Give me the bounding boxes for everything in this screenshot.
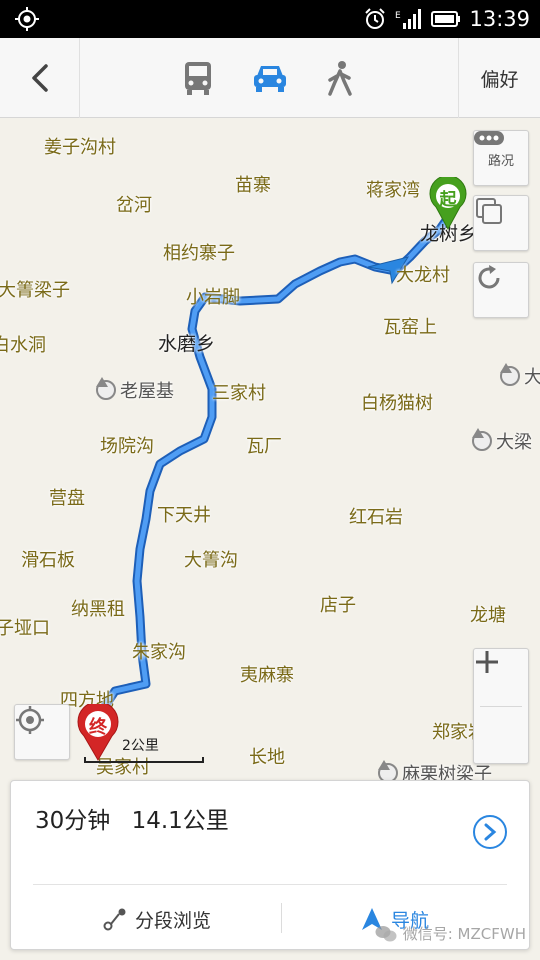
map-label: 水磨乡 [158, 333, 216, 355]
map-label: 相约寨子 [163, 243, 235, 264]
map-label: 子垭口 [0, 618, 50, 639]
map-label: 场院沟 [100, 436, 154, 457]
gps-icon [15, 7, 39, 31]
action-separator [281, 903, 282, 933]
map-label: 店子 [320, 595, 356, 616]
map-label: 三家村 [212, 383, 266, 404]
map-label: 白水洞 [0, 335, 46, 356]
map-label: 瓦厂 [246, 436, 282, 457]
route-summary: 30分钟 14.1公里 [35, 801, 243, 835]
bus-icon [185, 62, 211, 95]
map-label-poi: 大 [500, 363, 540, 389]
route-detail-button[interactable] [473, 815, 507, 849]
zoom-out-button[interactable] [474, 660, 530, 764]
route-segment-icon [103, 908, 126, 931]
route-distance: 14.1公里 [131, 808, 229, 834]
map-label: 瓦窑上 [383, 317, 437, 338]
start-marker[interactable]: 起 [428, 177, 468, 231]
map-label: 滑石板 [21, 550, 75, 571]
locate-icon [16, 706, 44, 734]
map-label: 营盘 [49, 488, 85, 509]
map-label: 白杨猫树 [361, 393, 433, 414]
traffic-button[interactable]: 路况 [473, 130, 529, 186]
refresh-icon [478, 265, 500, 289]
map-label: 小岩脚 [186, 287, 240, 308]
map-label: 朱家沟 [132, 642, 186, 663]
car-icon [254, 66, 286, 92]
wechat-icon [375, 925, 397, 941]
map-label-poi: 老屋基 [96, 377, 174, 403]
watermark-text: 微信号: MZCFWH [402, 925, 526, 943]
map-label: 纳黑租 [71, 599, 125, 620]
bus-mode-button[interactable] [162, 38, 234, 118]
layers-button[interactable] [473, 195, 529, 251]
map-label: 红石岩 [349, 507, 403, 528]
map-label-poi: 大梁 [472, 428, 532, 454]
back-button[interactable] [0, 38, 80, 118]
poi-name: 大梁 [496, 432, 532, 453]
route-duration: 30分钟 [35, 808, 111, 834]
zoom-control [473, 648, 529, 764]
map-label: 蒋家湾 [366, 180, 420, 201]
mountain-icon [472, 428, 492, 451]
map-label: 夷麻寨 [240, 665, 294, 686]
panel-divider [33, 884, 507, 885]
mountain-icon [500, 363, 520, 386]
segment-browse-label: 分段浏览 [135, 909, 212, 932]
minus-icon [476, 660, 498, 664]
car-mode-button[interactable] [234, 38, 306, 118]
status-bar: E 13:39 [0, 0, 540, 38]
scale-bar [84, 757, 204, 763]
map-label: 长地 [249, 747, 285, 768]
map-label: 下天井 [157, 505, 211, 526]
map-label: 姜子沟村 [44, 137, 116, 158]
signal-icon: E [395, 9, 422, 29]
preference-button[interactable]: 偏好 [458, 38, 540, 118]
mountain-icon [96, 377, 116, 400]
layers-icon [476, 198, 502, 224]
watermark: 微信号: MZCFWH [375, 923, 526, 944]
walking-icon [328, 61, 352, 96]
alarm-icon [365, 8, 386, 29]
start-marker-label: 起 [439, 190, 457, 210]
route-mode-bar: 偏好 [0, 38, 540, 118]
segment-browse-button[interactable]: 分段浏览 [103, 899, 211, 939]
battery-icon [431, 11, 461, 27]
map-label: 大箐沟 [184, 550, 238, 571]
locate-button[interactable] [14, 704, 70, 760]
refresh-button[interactable] [473, 262, 529, 318]
map-label: 大龙村 [396, 265, 450, 286]
map-label: 大箐梁子 [0, 280, 70, 301]
map-label: 龙塘 [470, 605, 506, 626]
map-label: 岔河 [116, 195, 152, 216]
svg-text:E: E [395, 11, 401, 21]
map-scale: 2公里 [84, 735, 206, 765]
poi-name: 大 [524, 367, 540, 388]
chevron-right-icon [484, 823, 497, 841]
walk-mode-button[interactable] [304, 38, 376, 118]
clock-time: 13:39 [469, 7, 530, 31]
poi-name: 老屋基 [120, 381, 174, 402]
map-label: 苗寨 [235, 175, 271, 196]
traffic-icon [474, 131, 504, 145]
chevron-left-icon [31, 64, 48, 92]
scale-label: 2公里 [122, 738, 159, 754]
traffic-label: 路况 [487, 153, 514, 169]
